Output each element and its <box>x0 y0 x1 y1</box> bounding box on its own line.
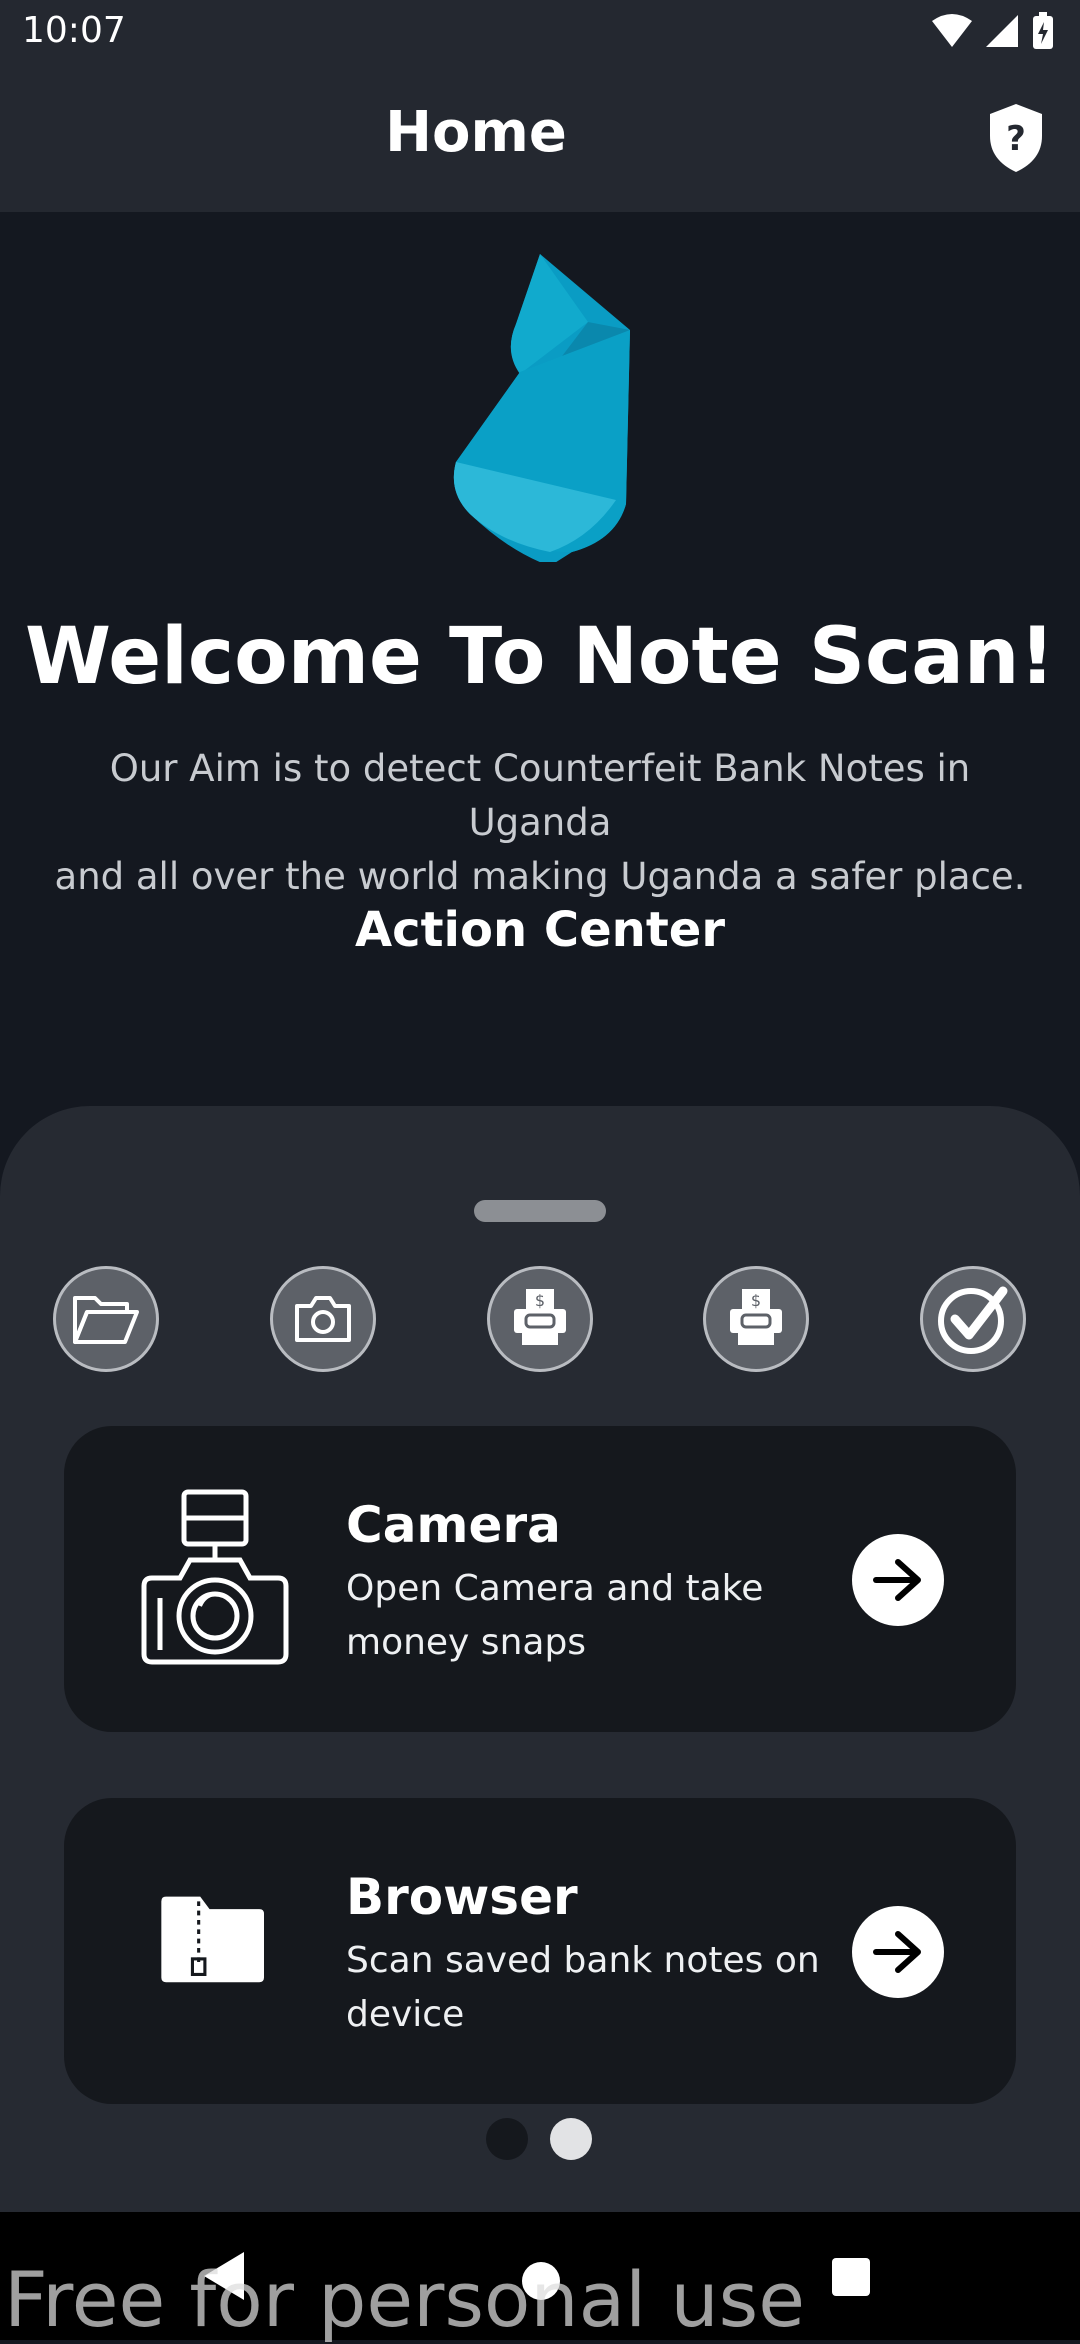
folder-open-icon <box>73 1296 139 1344</box>
camera-icon <box>295 1296 351 1342</box>
money-scan-icon: $ <box>514 1289 566 1345</box>
watermark-text: Free for personal use <box>4 2255 805 2344</box>
card-desc-line: Open Camera and take <box>346 1568 764 1609</box>
card-desc-line: device <box>346 1994 465 2035</box>
drag-handle[interactable] <box>474 1200 606 1222</box>
open-camera-button[interactable] <box>852 1534 944 1626</box>
page-title: Home <box>385 100 567 165</box>
quick-action-scan[interactable]: $ <box>487 1266 593 1372</box>
page-indicator <box>486 2118 592 2160</box>
status-icons <box>932 12 1054 50</box>
arrow-right-icon <box>873 1931 921 1973</box>
card-description: Open Camera and take money snaps <box>346 1562 826 1670</box>
page-dot[interactable] <box>486 2118 528 2160</box>
camera-card[interactable]: Camera Open Camera and take money snaps <box>64 1426 1016 1732</box>
quick-action-folder[interactable] <box>53 1266 159 1372</box>
svg-text:$: $ <box>751 1291 761 1310</box>
status-time: 10:07 <box>22 10 126 51</box>
shield-question-icon: ? <box>990 104 1042 172</box>
action-sheet: $ $ Camera Open Camera and take money sn… <box>0 1106 1080 2212</box>
section-title: Action Center <box>355 902 725 958</box>
money-scan-icon: $ <box>730 1289 782 1345</box>
app-bar: Home ? <box>0 64 1080 212</box>
battery-charging-icon <box>1033 12 1053 49</box>
signal-icon <box>986 15 1018 47</box>
card-description: Scan saved bank notes on device <box>346 1934 826 2042</box>
card-title: Camera <box>346 1496 561 1554</box>
aim-line: Our Aim is to detect Counterfeit Bank No… <box>109 747 971 844</box>
quick-action-verify[interactable] <box>920 1266 1026 1372</box>
aim-line: and all over the world making Uganda a s… <box>54 855 1026 898</box>
help-button[interactable]: ? <box>986 102 1046 174</box>
welcome-heading: Welcome To Note Scan! <box>25 612 1055 702</box>
svg-text:$: $ <box>535 1291 545 1310</box>
app-logo <box>453 254 630 562</box>
arrow-right-icon <box>873 1559 921 1601</box>
check-circle-icon <box>938 1286 1008 1354</box>
status-bar: 10:07 <box>0 0 1080 64</box>
recents-icon[interactable] <box>832 2258 870 2296</box>
aim-text: Our Aim is to detect Counterfeit Bank No… <box>40 742 1040 904</box>
hero-section: Welcome To Note Scan! Our Aim is to dete… <box>0 212 1080 1112</box>
open-browser-button[interactable] <box>852 1906 944 1998</box>
quick-action-camera[interactable] <box>270 1266 376 1372</box>
zip-file-icon <box>161 1896 264 1983</box>
quick-action-scan[interactable]: $ <box>703 1266 809 1372</box>
wifi-icon <box>932 14 972 47</box>
page-dot-active[interactable] <box>550 2118 592 2160</box>
camera-flash-icon <box>141 1489 289 1665</box>
browser-card[interactable]: Browser Scan saved bank notes on device <box>64 1798 1016 2104</box>
card-desc-line: money snaps <box>346 1622 587 1663</box>
svg-text:?: ? <box>1006 119 1026 159</box>
card-desc-line: Scan saved bank notes on <box>346 1940 820 1981</box>
card-title: Browser <box>346 1868 578 1926</box>
